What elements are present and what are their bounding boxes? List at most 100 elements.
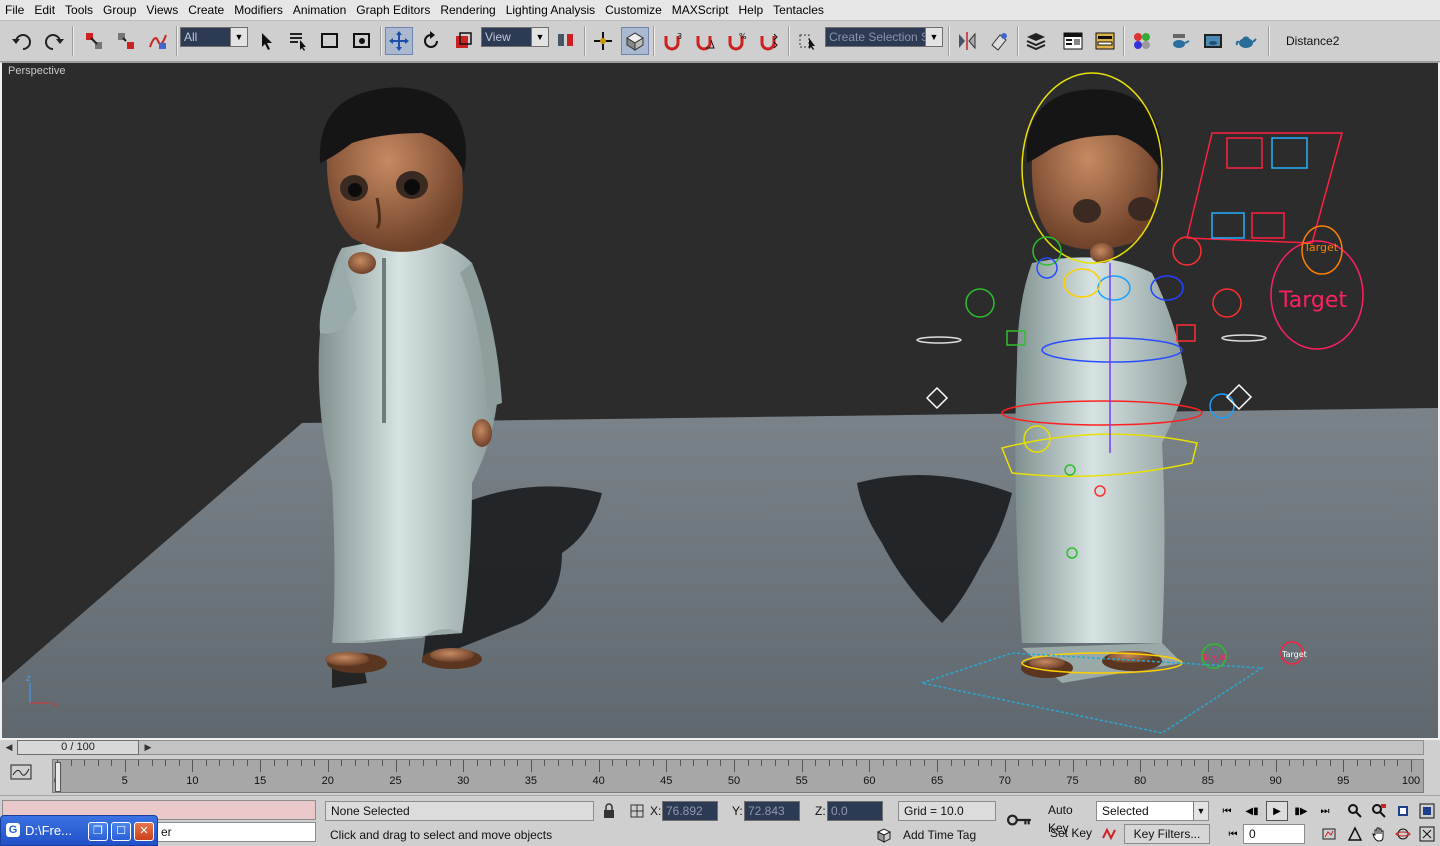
percent-snap-toggle-button[interactable]: % <box>723 27 751 55</box>
select-and-link-button[interactable] <box>80 27 108 55</box>
menu-group[interactable]: Group <box>98 0 141 21</box>
zoom-all-button[interactable] <box>1368 801 1390 821</box>
selection-filter-dropdown[interactable]: All ▼ <box>180 27 248 47</box>
select-and-manipulate-button[interactable] <box>589 27 617 55</box>
play-button[interactable]: ▶ <box>1266 801 1288 821</box>
reference-coordinate-dropdown[interactable]: View ▼ <box>481 27 549 47</box>
key-mode-dropdown[interactable]: Selected ▼ <box>1096 801 1209 821</box>
menu-file[interactable]: File <box>0 0 29 21</box>
keyboard-shortcut-override-button[interactable] <box>621 27 649 55</box>
select-object-button[interactable] <box>253 27 281 55</box>
pan-view-button[interactable] <box>1368 824 1390 844</box>
track-bar-tick <box>991 760 993 766</box>
auto-key-button[interactable]: Auto Key <box>1043 801 1095 835</box>
use-pivot-center-button[interactable] <box>552 27 580 55</box>
select-and-move-button[interactable] <box>385 27 413 55</box>
menu-views[interactable]: Views <box>141 0 183 21</box>
render-setup-teapot-icon <box>1173 34 1190 48</box>
window-crossing-button[interactable] <box>348 27 376 55</box>
y-coord-field[interactable]: 72.843 <box>744 801 800 821</box>
key-filters-button[interactable]: Key Filters... <box>1124 824 1210 844</box>
field-of-view-button[interactable] <box>1344 824 1366 844</box>
set-key-button[interactable]: Set Key <box>1045 824 1097 844</box>
menu-graph-editors[interactable]: Graph Editors <box>351 0 435 21</box>
set-keys-mode-button[interactable] <box>1005 808 1035 832</box>
menu-tentacles[interactable]: Tentacles <box>768 0 829 21</box>
add-time-tag-button[interactable]: Add Time Tag <box>898 826 996 846</box>
add-time-tag-icon-button[interactable] <box>873 825 895 845</box>
key-mode-toggle[interactable]: ⏮ <box>1222 824 1244 844</box>
select-and-rotate-button[interactable] <box>417 27 445 55</box>
select-and-scale-button[interactable] <box>449 27 477 55</box>
maxscript-listener-input[interactable]: er <box>155 822 316 842</box>
track-bar-tick <box>869 760 871 772</box>
orbit-button[interactable] <box>1392 824 1414 844</box>
taskbar-window-button[interactable]: G D:\Fre... ❐ ☐ ✕ <box>0 815 158 846</box>
bind-to-space-warp-button[interactable] <box>144 27 172 55</box>
maximize-button[interactable]: ☐ <box>111 822 131 841</box>
rendered-frame-window-button[interactable] <box>1199 27 1227 55</box>
menu-customize[interactable]: Customize <box>600 0 667 21</box>
redo-button[interactable] <box>40 27 68 55</box>
next-frame-button[interactable]: ▮▶ <box>1290 801 1312 821</box>
zoom-button[interactable] <box>1344 801 1366 821</box>
zoom-extents-all-button[interactable] <box>1416 801 1438 821</box>
curve-editor-button[interactable] <box>1091 27 1119 55</box>
unlink-selection-button[interactable] <box>112 27 140 55</box>
named-selection-dropdown[interactable]: Create Selection Set ▼ <box>825 27 943 47</box>
zoom-extents-button[interactable] <box>1392 801 1414 821</box>
layer-manager-button[interactable] <box>1022 27 1050 55</box>
menu-help[interactable]: Help <box>733 0 768 21</box>
time-slider[interactable]: ◀ 0 / 100 ▶ <box>0 740 1440 755</box>
lock-icon <box>604 803 614 818</box>
track-bar[interactable]: 0510152025303540455055606570758085909510… <box>0 755 1440 795</box>
rectangular-selection-button[interactable] <box>316 27 344 55</box>
menu-create[interactable]: Create <box>183 0 229 21</box>
menu-lighting-analysis[interactable]: Lighting Analysis <box>501 0 600 21</box>
menu-animation[interactable]: Animation <box>288 0 351 21</box>
go-to-end-button[interactable]: ⏭ <box>1314 801 1336 821</box>
menu-rendering[interactable]: Rendering <box>435 0 500 21</box>
time-slider-track[interactable] <box>17 740 1424 755</box>
undo-button[interactable] <box>8 27 36 55</box>
previous-frame-button[interactable]: ◀▮ <box>1241 801 1263 821</box>
go-to-start-button[interactable]: ⏮ <box>1216 801 1238 821</box>
curve-editor-mini-icon[interactable] <box>10 763 32 781</box>
render-setup-button[interactable] <box>1165 27 1193 55</box>
graphite-modeling-tools-button[interactable] <box>1059 27 1087 55</box>
material-editor-button[interactable] <box>1128 27 1156 55</box>
key-filter-icon-button[interactable] <box>1098 824 1120 844</box>
snaps-toggle-button[interactable]: 3 <box>659 27 687 55</box>
absolute-mode-toggle[interactable] <box>626 801 648 821</box>
maximize-viewport-button[interactable] <box>1416 824 1438 844</box>
time-configuration-button[interactable] <box>1318 824 1340 844</box>
select-by-name-button[interactable] <box>284 27 312 55</box>
render-production-button[interactable] <box>1232 27 1260 55</box>
restore-button[interactable]: ❐ <box>88 822 108 841</box>
track-bar-tick <box>314 760 316 766</box>
mirror-button[interactable] <box>953 27 981 55</box>
track-bar-tick-label: 45 <box>660 775 673 787</box>
track-bar-tick <box>1356 760 1358 766</box>
edit-named-selection-button[interactable] <box>794 27 822 55</box>
x-coord-field[interactable]: 76.892 <box>662 801 718 821</box>
time-slider-thumb[interactable]: 0 / 100 <box>17 740 139 755</box>
current-frame-field[interactable]: 0 <box>1243 824 1305 844</box>
arrow-left-icon[interactable]: ◀ <box>2 741 16 754</box>
close-button[interactable]: ✕ <box>134 822 154 841</box>
perspective-viewport[interactable]: Perspective Target Target Target Target … <box>0 62 1440 740</box>
track-bar-ruler[interactable]: 0510152025303540455055606570758085909510… <box>52 759 1424 793</box>
viewport-label[interactable]: Perspective <box>8 65 65 77</box>
z-coord-field[interactable]: 0.0 <box>827 801 883 821</box>
selection-lock-toggle[interactable] <box>598 801 620 821</box>
arrow-right-icon[interactable]: ▶ <box>141 741 155 754</box>
track-bar-tick <box>1262 760 1264 766</box>
menu-edit[interactable]: Edit <box>29 0 60 21</box>
spinner-snap-toggle-button[interactable] <box>755 27 783 55</box>
angle-snap-toggle-button[interactable] <box>691 27 719 55</box>
menu-modifiers[interactable]: Modifiers <box>229 0 288 21</box>
align-button[interactable] <box>985 27 1013 55</box>
current-frame-marker[interactable] <box>55 762 61 792</box>
menu-tools[interactable]: Tools <box>60 0 98 21</box>
menu-maxscript[interactable]: MAXScript <box>667 0 734 21</box>
